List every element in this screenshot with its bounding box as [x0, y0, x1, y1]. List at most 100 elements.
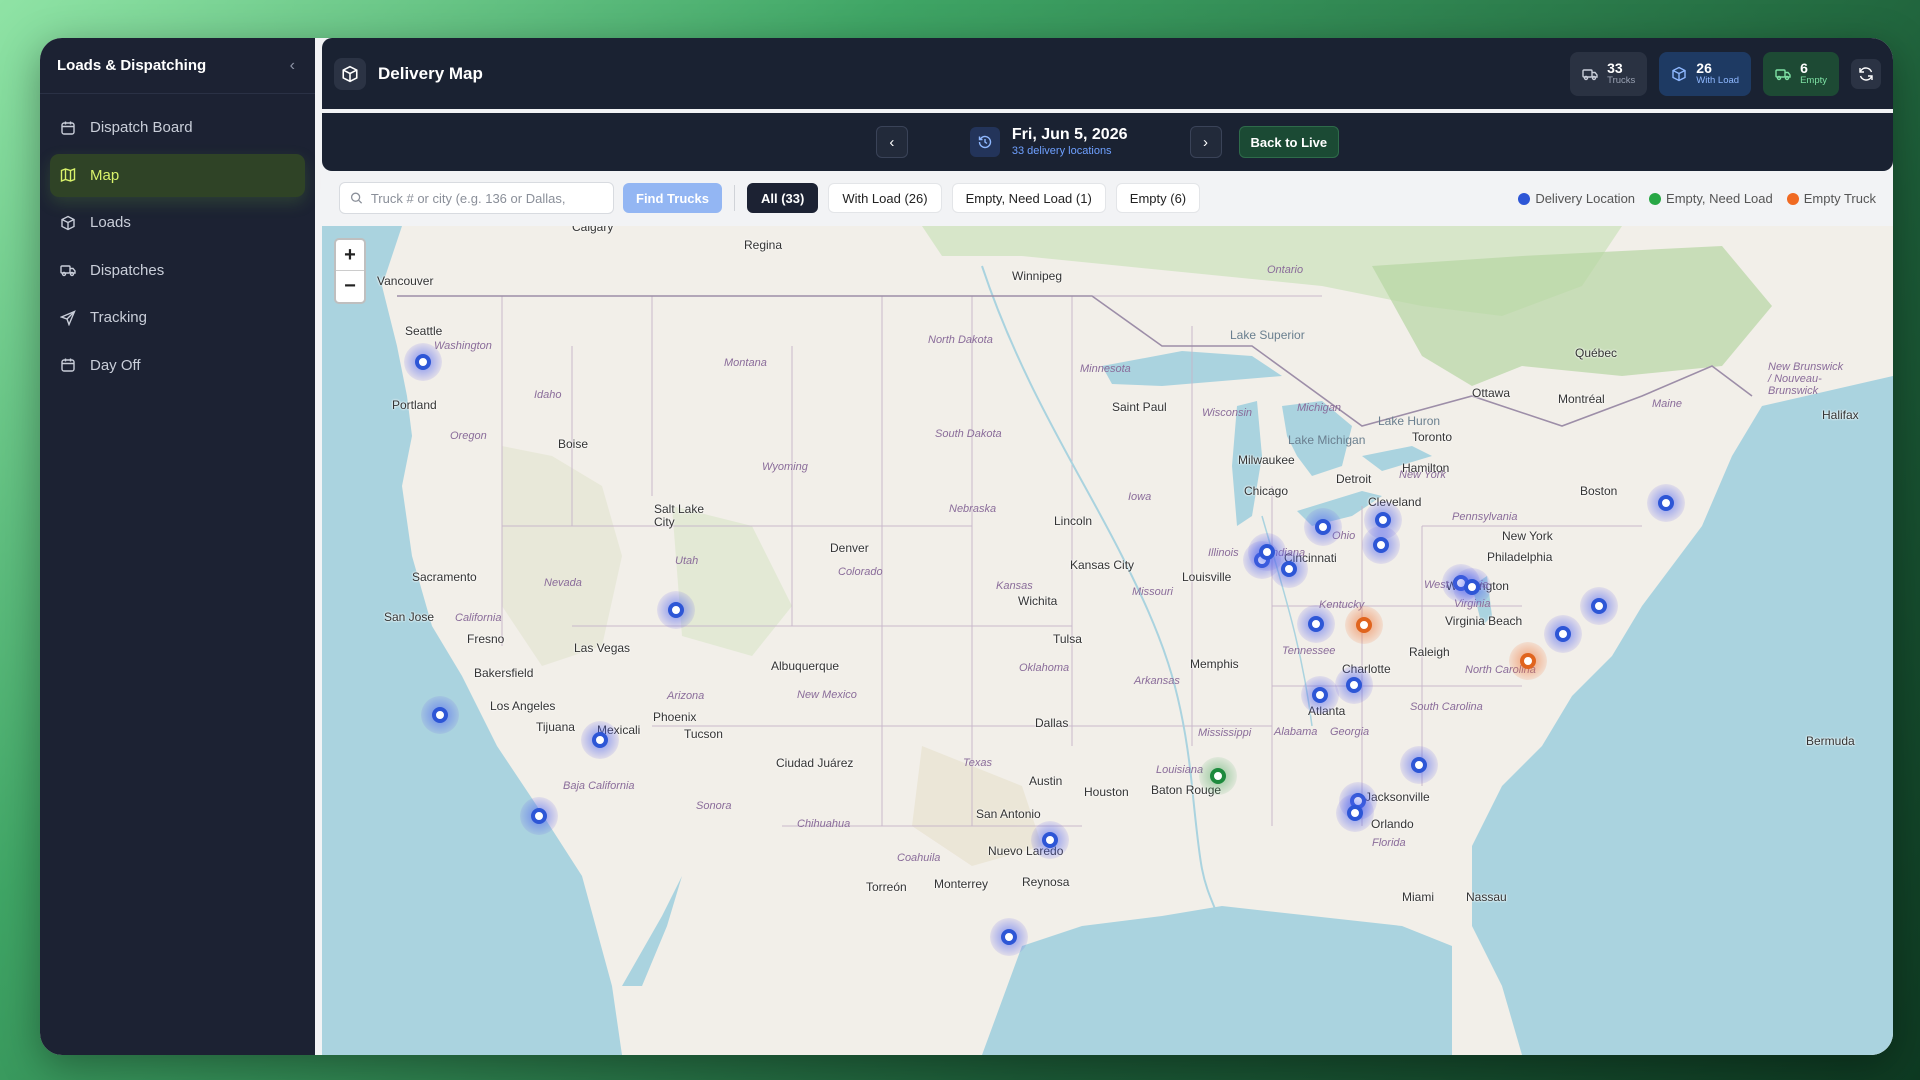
history-icon	[969, 127, 1000, 157]
city-label: Bakersfield	[474, 666, 534, 680]
state-label: Ontario	[1267, 264, 1304, 276]
sidebar-item-loads[interactable]: Loads	[50, 201, 305, 244]
delivery-marker[interactable]	[1301, 676, 1339, 714]
zoom-out-button[interactable]: −	[336, 271, 364, 302]
delivery-marker[interactable]	[421, 696, 459, 734]
with-load-stat[interactable]: 26 With Load	[1659, 51, 1752, 96]
city-label: Boston	[1580, 484, 1618, 498]
city-label: Vancouver	[377, 274, 434, 288]
chevron-left-icon: ‹	[889, 133, 895, 151]
city-label: Milwaukee	[1238, 453, 1295, 467]
legend-label: Empty Truck	[1803, 190, 1876, 206]
box-icon	[334, 57, 366, 90]
city-label: Calgary	[572, 226, 614, 234]
city-label: Chicago	[1244, 484, 1289, 498]
delivery-marker[interactable]	[1544, 615, 1582, 653]
state-label: New Brunswick / Nouveau-Brunswick	[1768, 361, 1844, 397]
state-label: Kansas	[996, 580, 1033, 592]
city-label: Toronto	[1412, 430, 1453, 444]
trucks-stat[interactable]: 33 Trucks	[1570, 51, 1648, 96]
delivery-marker[interactable]	[1580, 587, 1618, 625]
empty-stat[interactable]: 6 Empty	[1763, 51, 1839, 96]
state-label: Utah	[675, 555, 699, 567]
delivery-marker[interactable]	[990, 918, 1028, 956]
lake-label: Lake Michigan	[1288, 433, 1366, 447]
state-label: Montana	[724, 357, 767, 369]
delivery-marker[interactable]	[1336, 794, 1374, 832]
sidebar-item-day-off[interactable]: Day Off	[50, 344, 305, 387]
city-label: Virginia Beach	[1445, 614, 1523, 628]
delivery-marker[interactable]	[520, 797, 558, 835]
calendar-icon	[61, 121, 75, 135]
sidebar-item-dispatches[interactable]: Dispatches	[50, 249, 305, 292]
empty-label: Empty	[1800, 74, 1827, 86]
city-label: Raleigh	[1409, 645, 1450, 659]
sidebar-header: Loads & Dispatching ‹	[40, 38, 315, 94]
delivery-marker[interactable]	[1362, 526, 1400, 564]
collapse-sidebar-icon[interactable]: ‹	[290, 57, 295, 75]
sidebar-item-label: Loads	[90, 214, 131, 231]
city-label: New York	[1502, 529, 1553, 543]
sidebar-item-label: Map	[90, 166, 120, 184]
delivery-marker[interactable]	[657, 591, 695, 629]
city-label: Albuquerque	[771, 659, 840, 673]
delivery-marker[interactable]	[1304, 508, 1342, 546]
delivery-locations-count: 33 delivery locations	[1011, 145, 1112, 157]
state-label: Oregon	[450, 430, 487, 442]
previous-day-button[interactable]: ‹	[875, 126, 908, 158]
current-date: Fri, Jun 5, 2026	[1011, 126, 1128, 143]
delivery-marker[interactable]	[581, 721, 619, 759]
next-day-button[interactable]: ›	[1189, 126, 1222, 158]
city-label: Seattle	[405, 324, 443, 338]
state-label: New Mexico	[797, 689, 857, 701]
city-label: Monterrey	[934, 877, 989, 891]
city-label: Tijuana	[536, 720, 575, 734]
back-to-live-button[interactable]: Back to Live	[1238, 126, 1340, 158]
state-label: Louisiana	[1156, 764, 1204, 776]
delivery-marker[interactable]	[1297, 605, 1335, 643]
search-input[interactable]	[370, 190, 603, 206]
delivery-marker[interactable]	[1647, 484, 1685, 522]
city-label: Winnipeg	[1012, 269, 1063, 283]
delivery-marker[interactable]	[1453, 568, 1491, 606]
filter-all-chip[interactable]: All (33)	[746, 183, 819, 213]
state-label: Arkansas	[1134, 675, 1180, 687]
empty-count: 6	[1800, 59, 1808, 76]
state-label: Washington	[434, 340, 492, 352]
search-box	[339, 182, 614, 214]
delivery-marker[interactable]	[1270, 550, 1308, 588]
filter-empty-chip[interactable]: Empty (6)	[1115, 183, 1201, 213]
city-label: Sacramento	[412, 570, 477, 584]
filter-empty-need-load-chip[interactable]: Empty, Need Load (1)	[951, 183, 1106, 213]
empty-truck-marker[interactable]	[1509, 642, 1547, 680]
delivery-marker[interactable]	[1335, 666, 1373, 704]
sidebar-item-dispatch-board[interactable]: Dispatch Board	[50, 106, 305, 149]
state-label: Michigan	[1297, 402, 1342, 414]
state-label: Illinois	[1208, 547, 1239, 559]
city-label: Wichita	[1018, 594, 1058, 608]
refresh-button[interactable]	[1851, 58, 1881, 89]
city-label: San Jose	[384, 610, 435, 624]
city-label: Miami	[1402, 890, 1434, 904]
delivery-marker[interactable]	[1400, 746, 1438, 784]
lake-label: Lake Superior	[1230, 328, 1305, 342]
state-label: Texas	[963, 757, 992, 769]
state-label: Coahuila	[897, 852, 941, 864]
delivery-marker[interactable]	[404, 343, 442, 381]
delivery-marker[interactable]	[1031, 821, 1069, 859]
sidebar-item-tracking[interactable]: Tracking	[50, 296, 305, 339]
filter-with-load-chip[interactable]: With Load (26)	[828, 183, 942, 213]
state-label: Pennsylvania	[1452, 511, 1518, 523]
city-label: Lincoln	[1054, 514, 1093, 528]
city-label: Saint Paul	[1112, 400, 1167, 414]
sidebar-item-map[interactable]: Map	[50, 153, 305, 197]
state-label: Idaho	[534, 389, 562, 401]
zoom-in-button[interactable]: +	[336, 240, 364, 271]
delivery-map[interactable]: + − Calgary Regina Winnipeg Vancouver Se…	[322, 226, 1893, 1055]
state-label: South Dakota	[935, 428, 1002, 440]
find-trucks-button[interactable]: Find Trucks	[623, 183, 722, 213]
need-load-marker[interactable]	[1199, 757, 1237, 795]
empty-truck-marker[interactable]	[1345, 606, 1383, 644]
city-label: Tucson	[684, 727, 723, 741]
lake-label: Lake Huron	[1378, 414, 1441, 428]
